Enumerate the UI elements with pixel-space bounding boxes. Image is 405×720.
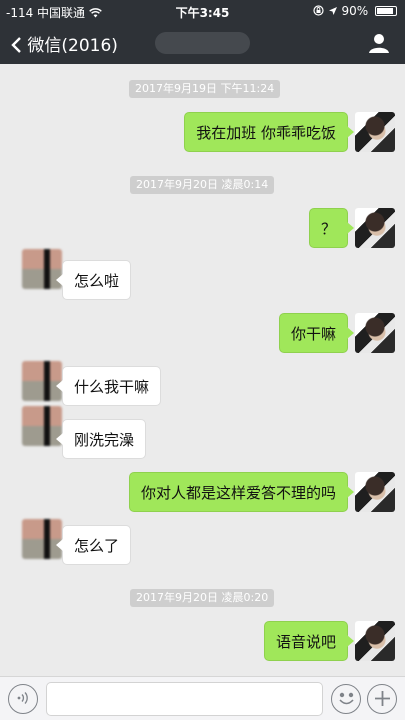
profile-button[interactable] — [367, 31, 391, 55]
plus-button[interactable] — [367, 684, 397, 714]
person-icon — [369, 34, 389, 53]
voice-icon — [17, 692, 28, 704]
my-avatar[interactable] — [355, 208, 395, 248]
lock-rotation-icon — [313, 4, 328, 18]
voice-button[interactable] — [8, 684, 38, 714]
plus-icon — [374, 691, 390, 706]
back-button[interactable]: 微信(2016) — [10, 31, 118, 56]
message-bubble-theirs[interactable]: 怎么了 — [55, 525, 132, 565]
chat-area[interactable]: 2017年9月19日 下午11:24 我在加班 你乖乖吃饭 2017年9月20日… — [0, 64, 405, 676]
message-bubble-mine[interactable]: 你对人都是这样爱答不理的吗 — [128, 472, 355, 512]
message-bubble-mine[interactable]: 语音说吧 — [263, 621, 355, 661]
message-input[interactable] — [46, 682, 323, 716]
battery-status: 90% — [313, 4, 397, 18]
contact-name-blurred — [155, 32, 250, 54]
battery-icon — [375, 6, 397, 16]
message-bubble-mine[interactable]: 我在加班 你乖乖吃饭 — [184, 112, 354, 152]
my-avatar[interactable] — [355, 621, 395, 661]
location-arrow-icon — [328, 4, 342, 18]
my-avatar[interactable] — [355, 472, 395, 512]
timestamp: 2017年9月20日 凌晨0:14 — [130, 176, 275, 194]
back-label: 微信(2016) — [27, 36, 118, 56]
my-avatar[interactable] — [355, 313, 395, 353]
emoji-button[interactable] — [331, 684, 361, 714]
message-bubble-mine[interactable]: 你干嘛 — [278, 313, 355, 353]
timestamp: 2017年9月20日 凌晨0:20 — [130, 589, 275, 607]
input-bar — [0, 676, 405, 720]
message-bubble-theirs[interactable]: 怎么啦 — [55, 260, 132, 300]
message-bubble-theirs[interactable]: 什么我干嘛 — [55, 366, 162, 406]
battery-percent: 90% — [341, 4, 369, 18]
status-bar: -114 中国联通 下午3:45 90% — [0, 0, 405, 22]
nav-bar: 微信(2016) — [0, 22, 405, 64]
message-bubble-mine[interactable]: ？ — [308, 208, 355, 248]
emoji-icon — [338, 692, 354, 705]
chevron-left-icon — [11, 37, 21, 53]
timestamp: 2017年9月19日 下午11:24 — [129, 80, 281, 98]
message-bubble-theirs[interactable]: 刚洗完澡 — [55, 419, 147, 459]
my-avatar[interactable] — [355, 112, 395, 152]
